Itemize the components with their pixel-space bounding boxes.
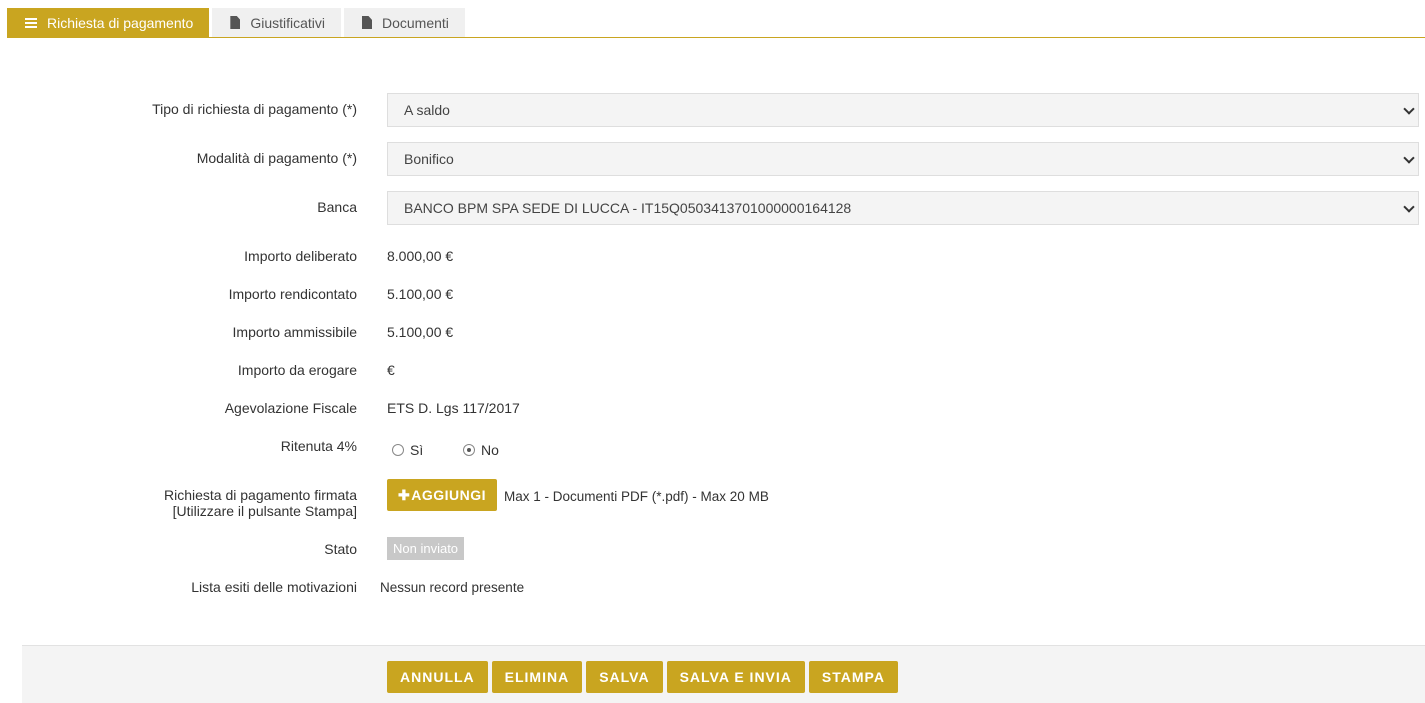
footer-toolbar: ANNULLA ELIMINA SALVA SALVA E INVIA STAM…: [22, 645, 1425, 703]
importo-ammissibile-label: Importo ammissibile: [232, 324, 357, 340]
aggiungi-label: AGGIUNGI: [411, 487, 486, 503]
modalita-pagamento-select[interactable]: Bonifico: [387, 142, 1419, 176]
salva-e-invia-button[interactable]: SALVA E INVIA: [666, 661, 805, 693]
modalita-pagamento-value: Bonifico: [404, 151, 454, 167]
tab-label: Richiesta di pagamento: [47, 14, 194, 31]
banca-select[interactable]: BANCO BPM SPA SEDE DI LUCCA - IT15Q05034…: [387, 191, 1419, 225]
richiesta-firmata-label-line2: [Utilizzare il pulsante Stampa]: [172, 503, 357, 519]
agevolazione-fiscale-label: Agevolazione Fiscale: [224, 400, 357, 416]
tab-documenti[interactable]: Documenti: [344, 8, 465, 37]
chevron-down-icon: [1403, 152, 1415, 164]
tab-label: Giustificativi: [250, 14, 325, 31]
importo-rendicontato-value: 5.100,00 €: [387, 286, 454, 302]
importo-rendicontato-label: Importo rendicontato: [228, 286, 357, 302]
ritenuta-radio-no[interactable]: No: [463, 441, 499, 458]
stato-label: Stato: [324, 541, 357, 557]
tipo-richiesta-value: A saldo: [404, 102, 450, 118]
salva-button[interactable]: SALVA: [586, 661, 663, 693]
tab-giustificativi[interactable]: Giustificativi: [212, 8, 341, 37]
radio-no-control[interactable]: [463, 444, 475, 457]
importo-da-erogare-value: €: [387, 362, 395, 378]
richiesta-firmata-label-line1: Richiesta di pagamento firmata: [164, 487, 357, 503]
tab-label: Documenti: [382, 14, 449, 31]
importo-da-erogare-label: Importo da erogare: [237, 362, 357, 378]
stampa-button[interactable]: STAMPA: [808, 661, 898, 693]
tipo-richiesta-label: Tipo di richiesta di pagamento (*): [152, 101, 357, 117]
elimina-button[interactable]: ELIMINA: [491, 661, 583, 693]
upload-hint: Max 1 - Documenti PDF (*.pdf) - Max 20 M…: [504, 489, 769, 504]
chevron-down-icon: [1403, 103, 1415, 115]
document-icon: [362, 16, 372, 29]
importo-ammissibile-value: 5.100,00 €: [387, 324, 454, 340]
radio-si-control[interactable]: [392, 444, 404, 457]
annulla-button[interactable]: ANNULLA: [387, 661, 488, 693]
status-badge: Non inviato: [387, 537, 465, 560]
importo-deliberato-value: 8.000,00 €: [387, 248, 454, 264]
agevolazione-fiscale-value: ETS D. Lgs 117/2017: [387, 400, 520, 416]
radio-si-label: Sì: [410, 442, 424, 459]
banca-value: BANCO BPM SPA SEDE DI LUCCA - IT15Q05034…: [404, 200, 852, 216]
plus-icon: ✚: [397, 486, 411, 503]
tab-richiesta-di-pagamento[interactable]: Richiesta di pagamento: [7, 8, 210, 37]
banca-label: Banca: [317, 199, 357, 215]
lista-esiti-value: Nessun record presente: [380, 580, 525, 595]
radio-no-label: No: [481, 442, 499, 459]
aggiungi-button[interactable]: ✚ AGGIUNGI: [387, 479, 497, 511]
modalita-pagamento-label: Modalità di pagamento (*): [196, 150, 357, 166]
tab-bar: Richiesta di pagamento Giustificativi Do…: [7, 8, 1425, 38]
ritenuta-radio-si[interactable]: Sì: [392, 441, 423, 458]
importo-deliberato-label: Importo deliberato: [244, 248, 357, 264]
tipo-richiesta-select[interactable]: A saldo: [387, 93, 1419, 127]
document-icon: [230, 16, 241, 29]
ritenuta-label: Ritenuta 4%: [280, 438, 357, 454]
menu-icon: [25, 17, 37, 28]
lista-esiti-label: Lista esiti delle motivazioni: [191, 579, 357, 595]
footer-buttons: ANNULLA ELIMINA SALVA SALVA E INVIA STAM…: [387, 661, 902, 693]
chevron-down-icon: [1403, 201, 1415, 213]
